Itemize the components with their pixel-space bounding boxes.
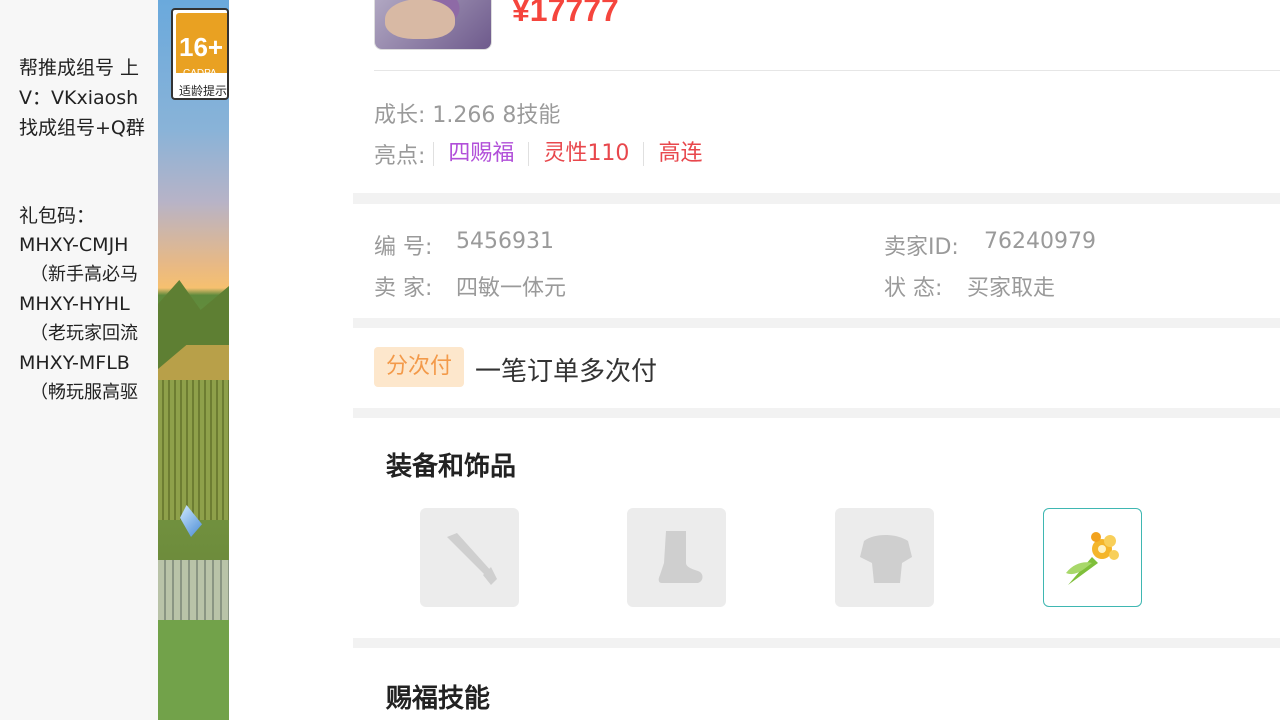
cadpa-label: CADPA [183,68,217,79]
skills-title: 赐福技能 [386,684,491,714]
highlight-tag: 灵性110 [528,142,643,166]
equipment-slot-accessory[interactable] [1043,508,1142,607]
seller-label: 卖 家: [374,276,433,301]
promo-line: V：VKxiaosh [19,87,139,109]
flower-accessory-icon [1065,531,1119,585]
highlight-tag: 四赐福 [433,142,528,166]
equipment-slot-boots[interactable] [627,508,726,607]
blessing-skills-card: 赐福技能 [353,648,1280,720]
game-artwork [158,0,229,720]
gift-code: MHXY-CMJH [19,234,129,256]
listing-detail: ¥17777 成长: 1.266 8技能 亮点: 四赐福 灵性110 高连 编 … [229,0,1280,720]
boot-icon [658,530,702,583]
highlights-row: 亮点: 四赐福 灵性110 高连 [374,138,716,170]
price: ¥17777 [512,0,619,28]
id-value: 5456931 [456,229,554,254]
installment-badge: 分次付 [374,347,464,387]
equipment-card: 装备和饰品 [353,418,1280,638]
highlights-label: 亮点: [374,144,426,169]
status-value: 买家取走 [967,276,1056,301]
house-art [158,380,229,520]
wall-art [158,560,229,620]
installment-text: 一笔订单多次付 [475,357,658,387]
highlight-tag: 高连 [643,142,716,166]
equipment-title: 装备和饰品 [386,452,517,482]
promo-line: 找成组号+Q群 [19,117,145,139]
promo-line: 帮推成组号 上 [19,57,140,79]
page-gutter [229,0,353,720]
gift-code: MHXY-HYHL [19,293,130,315]
pet-avatar[interactable] [374,0,492,50]
seller-info-card: 编 号: 5456931 卖家ID: 76240979 卖 家: 四敏一体元 状… [353,204,1280,318]
status-label: 状 态: [884,276,943,301]
divider [374,70,1280,71]
gift-code: MHXY-MFLB [19,352,130,374]
seller-value: 四敏一体元 [456,276,567,301]
age-tip-label: 适龄提示 [179,84,228,98]
left-text-panel: 帮推成组号 上 V：VKxiaosh 找成组号+Q群 礼包码： MHXY-CMJ… [0,0,158,720]
seller-id-label: 卖家ID: [884,235,959,260]
gift-code-note: （新手高必马 [30,264,138,285]
age-rating-number: 16+ [179,32,224,62]
installment-card[interactable]: 分次付 一笔订单多次付 [353,328,1280,408]
equipment-slot-weapon[interactable] [420,508,519,607]
age-rating-badge: 16+ CADPA 适龄提示 [171,8,229,100]
growth-stat: 成长: 1.266 8技能 [374,103,561,128]
listing-summary-card: ¥17777 成长: 1.266 8技能 亮点: 四赐福 灵性110 高连 [353,0,1280,193]
id-label: 编 号: [374,235,433,260]
equipment-slot-armor[interactable] [835,508,934,607]
seller-id-value: 76240979 [984,229,1096,254]
gift-code-note: （老玩家回流 [30,323,138,344]
ground-art [158,620,229,720]
armor-icon [859,534,912,583]
gift-code-note: （畅玩服高驱 [30,382,138,403]
sword-icon [446,532,497,585]
pet-avatar-face [385,0,455,39]
gift-code-label: 礼包码： [19,205,96,227]
